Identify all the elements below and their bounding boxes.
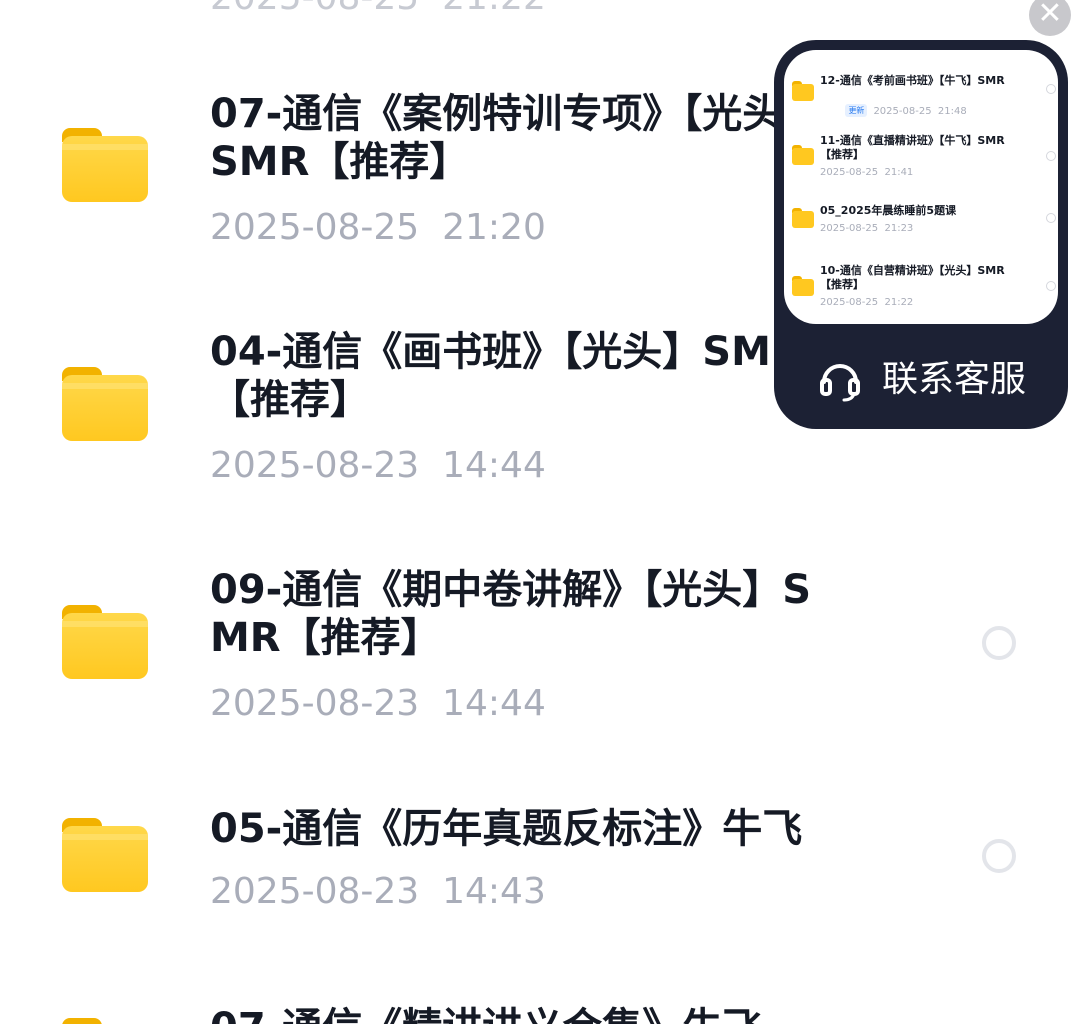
file-title: 05_2025年晨练睡前5题课: [820, 204, 957, 217]
update-badge: 更新: [845, 104, 868, 117]
file-time: 更新 2025-08-25 21:48: [820, 93, 967, 128]
select-radio[interactable]: [1046, 213, 1056, 223]
folder-icon: [62, 367, 148, 441]
select-radio[interactable]: [982, 839, 1016, 873]
folder-icon: [792, 208, 814, 228]
file-time: 2025-08-23 14:44: [210, 445, 546, 486]
customer-service-label: 联系客服: [882, 359, 1027, 400]
file-time: 2025-08-25 21:23: [820, 223, 914, 234]
file-title: 10-通信《自营精讲班》【光头】SMR【推荐】: [820, 264, 1005, 291]
select-radio[interactable]: [1046, 281, 1056, 291]
floating-window-preview[interactable]: 12-通信《考前画书班》【牛飞】SMR 更新 2025-08-25 21:48 1…: [784, 50, 1058, 324]
file-title: 09-通信《期中卷讲解》【光头】SMR【推荐】: [210, 567, 812, 661]
select-radio[interactable]: [982, 626, 1016, 660]
folder-icon: [62, 605, 148, 679]
file-title: 04-通信《画书班》【光头】SMR【推荐】: [210, 329, 802, 423]
headset-icon: [820, 364, 860, 402]
file-title: 11-通信《直播精讲班》【牛飞】SMR【推荐】: [820, 134, 1005, 161]
folder-icon: [792, 81, 814, 101]
file-time: 2025-08-23 14:43: [210, 871, 546, 912]
folder-icon: [792, 145, 814, 165]
file-time: 2025-08-25 21:41: [820, 167, 914, 178]
file-time-text: 2025-08-25 21:48: [873, 106, 967, 117]
file-title: 07-通信《精讲讲义合集》牛飞: [210, 1004, 850, 1024]
select-radio[interactable]: [1046, 84, 1056, 94]
file-title: 05-通信《历年真题反标注》牛飞: [210, 806, 803, 852]
file-time: 2025-08-25 21:20: [210, 207, 546, 248]
floating-window[interactable]: 12-通信《考前画书班》【牛飞】SMR 更新 2025-08-25 21:48 1…: [774, 40, 1068, 429]
folder-icon: [62, 1018, 148, 1024]
file-title: 07-通信《案例特训专项》【光头】SMR【推荐】: [210, 91, 823, 185]
file-time: 2025-08-25 21:22: [820, 297, 914, 308]
folder-icon: [62, 818, 148, 892]
customer-service-button[interactable]: 联系客服: [814, 350, 1054, 410]
folder-icon: [792, 276, 814, 296]
folder-icon: [62, 128, 148, 202]
file-time: 2025-08-25 21:22: [210, 0, 546, 18]
file-time: 2025-08-23 14:44: [210, 683, 546, 724]
select-radio[interactable]: [1046, 151, 1056, 161]
file-title: 12-通信《考前画书班》【牛飞】SMR: [820, 74, 1005, 87]
